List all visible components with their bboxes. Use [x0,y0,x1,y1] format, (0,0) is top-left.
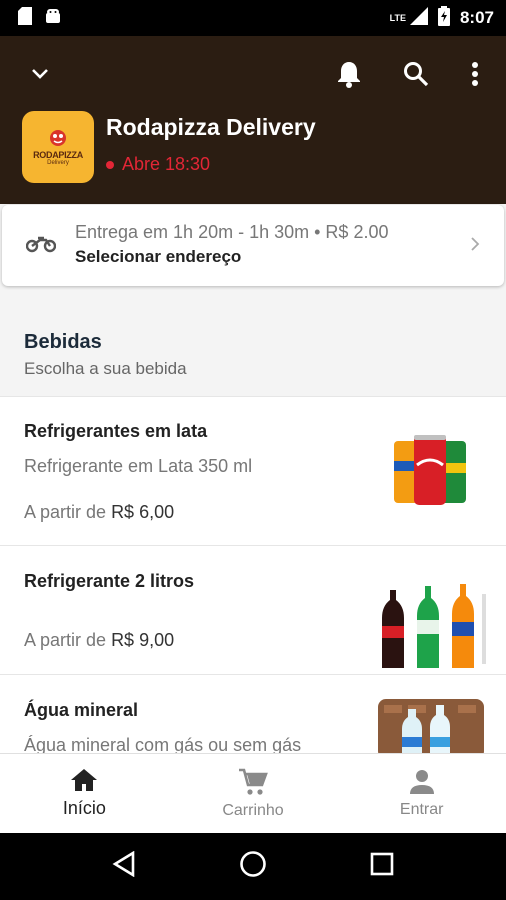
product-item[interactable]: Refrigerantes em lata Refrigerante em La… [0,396,506,545]
back-triangle-icon [112,850,134,878]
more-options-button[interactable] [457,56,493,92]
recents-button[interactable] [370,852,394,881]
nav-cart[interactable]: Carrinho [169,754,338,833]
product-title: Água mineral [24,700,139,720]
pizza-mascot-icon [50,130,66,146]
price-value: R$ 6,00 [111,502,175,522]
nav-login-label: Entrar [399,800,444,818]
android-icon [44,7,62,30]
price-value: R$ 9,00 [111,630,175,650]
back-button[interactable] [112,850,136,882]
product-item[interactable]: Água mineral Água mineral com gás ou sem… [0,674,506,753]
store-header: RODAPIZZA Delivery Rodapizza Delivery Ab… [0,36,506,204]
product-title: Refrigerante 2 litros [24,571,195,591]
price-prefix: A partir de [24,630,107,650]
product-price: A partir de R$ 9,00 [24,630,174,651]
clock: 8:07 [459,8,494,27]
chevron-down-icon [32,69,48,79]
nav-home[interactable]: Início [0,754,169,833]
notifications-button[interactable] [331,56,367,92]
category-title: Bebidas [24,331,102,353]
price-prefix: A partir de [24,502,107,522]
more-vertical-icon [472,62,478,86]
soda-cans-image [390,431,472,516]
category-subtitle: Escolha a sua bebida [24,359,187,378]
system-navigation-bar [0,833,506,900]
network-type: LTE [389,13,406,23]
chevron-right-icon [470,236,480,257]
nav-home-label: Início [62,798,106,818]
store-opening-status: Abre 18:30 [106,154,210,175]
person-icon [409,769,434,794]
home-system-button[interactable] [239,850,267,883]
water-bottles-image [378,699,484,753]
motorcycle-icon [25,233,57,258]
store-logo: RODAPIZZA Delivery [22,111,94,183]
store-status-text: Abre 18:30 [122,154,211,174]
store-name: Rodapizza Delivery [106,114,316,140]
delivery-info: Entrega em 1h 20m - 1h 30m • R$ 2.00 [75,222,389,242]
nav-cart-label: Carrinho [222,801,284,819]
status-dot [106,160,114,169]
delivery-address-card[interactable]: Entrega em 1h 20m - 1h 30m • R$ 2.00 Sel… [2,205,504,286]
bottom-navigation: Início Carrinho Entrar [0,753,506,833]
product-price: A partir de R$ 6,00 [24,502,174,523]
logo-brand-text: RODAPIZZA [33,150,83,160]
search-icon [404,62,429,87]
logo-sub-text: Delivery [47,160,69,166]
select-address-label[interactable]: Selecionar endereço [75,247,241,267]
collapse-button[interactable] [22,56,58,92]
status-bar: LTE 8:07 [0,0,506,36]
recents-square-icon [371,852,394,876]
product-title: Refrigerantes em lata [24,421,208,441]
home-icon [71,769,98,791]
nav-login[interactable]: Entrar [337,754,506,833]
cart-icon [239,768,268,795]
sd-card-icon [18,6,32,30]
battery-icon [437,5,450,31]
bell-icon [338,62,360,88]
signal-icon [409,6,428,30]
soda-bottles-image [378,580,488,677]
home-circle-icon [240,851,266,877]
product-description: Refrigerante em Lata 350 ml [24,456,253,476]
search-button[interactable] [398,56,434,92]
product-description: Água mineral com gás ou sem gás [24,735,302,753]
product-item[interactable]: Refrigerante 2 litros A partir de R$ 9,0… [0,545,506,674]
